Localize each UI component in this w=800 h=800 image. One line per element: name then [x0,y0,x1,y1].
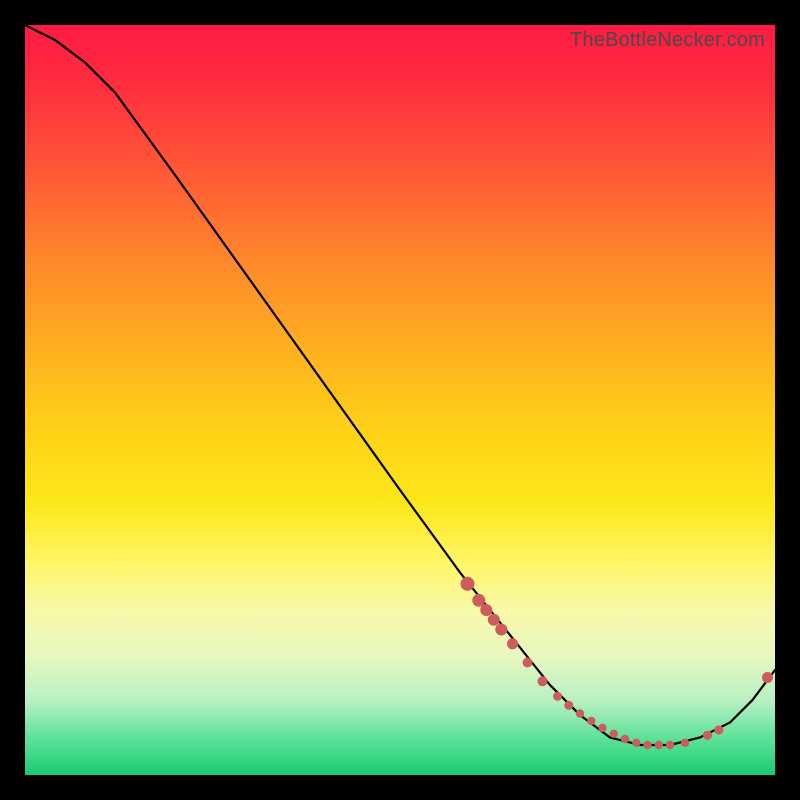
marker-dot [523,658,533,668]
marker-dot [576,709,584,717]
marker-dot [495,624,507,636]
marker-dot [681,739,689,747]
chart-frame: TheBottleNecker.com [0,0,800,800]
marker-dot [564,701,573,710]
marker-dot [553,692,562,701]
marker-dot [762,672,773,683]
marker-dot [714,725,723,734]
curve-line [25,25,775,745]
chart-svg [25,25,775,775]
marker-dot [598,724,606,732]
marker-dot [632,739,640,747]
marker-dot [538,676,548,686]
marker-dot [655,741,663,749]
marker-dot [488,614,500,626]
marker-dot [703,731,712,740]
marker-dot [507,638,518,649]
marker-dot [621,735,629,743]
marker-dot [666,741,674,749]
marker-dot [480,604,492,616]
marker-dot [587,717,595,725]
plot-area: TheBottleNecker.com [25,25,775,775]
marker-dot [643,741,651,749]
marker-dot [461,577,475,591]
marker-dot [610,730,618,738]
